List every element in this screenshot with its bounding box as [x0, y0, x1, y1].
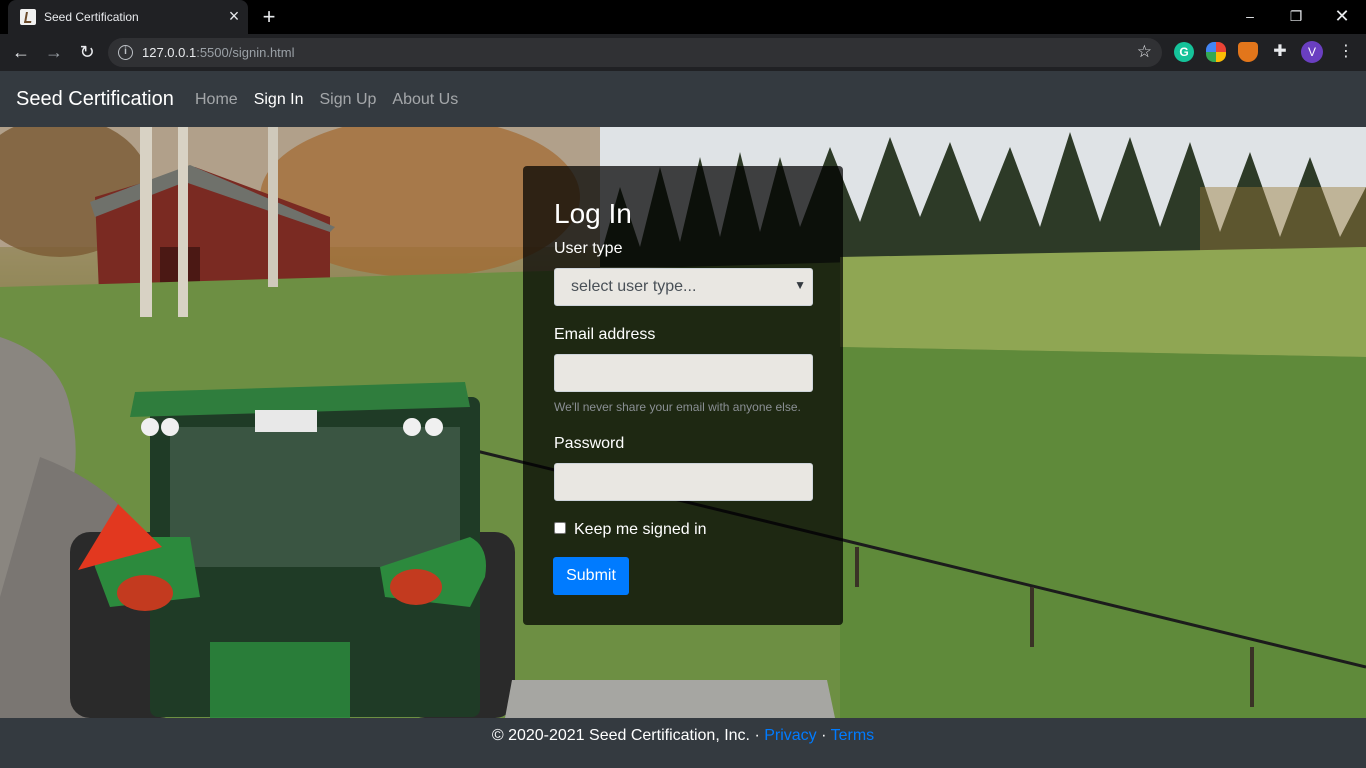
url-path: :5500/signin.html	[196, 45, 295, 60]
minimize-icon[interactable]: –	[1238, 4, 1262, 28]
user-type-label: User type	[554, 240, 623, 257]
back-arrow-icon[interactable]: ←	[9, 40, 33, 64]
extensions-puzzle-icon[interactable]: ✚	[1270, 42, 1290, 62]
footer-privacy-link[interactable]: Privacy	[764, 727, 816, 744]
login-card: Log In User type select user type... ▼ E…	[523, 166, 843, 625]
user-type-selected-value: select user type...	[571, 278, 697, 295]
password-label: Password	[554, 435, 625, 452]
forward-arrow-icon[interactable]: →	[42, 40, 66, 64]
nav-link-about-us[interactable]: About Us	[392, 91, 458, 109]
color-extension-icon[interactable]	[1206, 42, 1226, 62]
chevron-down-icon: ▼	[794, 278, 806, 292]
site-footer: © 2020-2021 Seed Certification, Inc. · P…	[0, 718, 1366, 768]
password-field[interactable]	[554, 463, 813, 501]
browser-toolbar: ← → ↻ i 127.0.0.1:5500/signin.html ☆ G ✚…	[0, 34, 1366, 71]
footer-text: © 2020-2021 Seed Certification, Inc. · P…	[0, 727, 1366, 745]
url-text: 127.0.0.1:5500/signin.html	[142, 45, 295, 60]
browser-tab[interactable]: Seed Certification ×	[8, 0, 248, 34]
email-field[interactable]	[554, 354, 813, 392]
restore-icon[interactable]: ❐	[1284, 4, 1308, 28]
profile-avatar[interactable]: V	[1301, 41, 1323, 63]
keep-signed-in-checkbox[interactable]	[554, 522, 566, 534]
browser-menu-icon[interactable]: ⋮	[1338, 42, 1354, 62]
grammarly-extension-icon[interactable]: G	[1174, 42, 1194, 62]
navbar-brand[interactable]: Seed Certification	[16, 88, 174, 111]
bookmark-star-icon[interactable]: ☆	[1137, 42, 1152, 62]
submit-button[interactable]: Submit	[553, 557, 629, 595]
keep-signed-in-label[interactable]: Keep me signed in	[574, 521, 707, 539]
metamask-fox-icon[interactable]	[1238, 42, 1258, 62]
url-host: 127.0.0.1	[142, 45, 197, 60]
nav-link-sign-in[interactable]: Sign In	[254, 91, 304, 109]
site-favicon-icon	[20, 9, 36, 25]
address-bar[interactable]: i 127.0.0.1:5500/signin.html ☆	[108, 38, 1162, 67]
tab-title: Seed Certification	[44, 10, 139, 24]
nav-link-sign-up[interactable]: Sign Up	[320, 91, 377, 109]
footer-copyright: © 2020-2021 Seed Certification, Inc. ·	[491, 727, 765, 744]
email-label: Email address	[554, 326, 656, 343]
user-type-select[interactable]: select user type... ▼	[554, 268, 813, 306]
site-navbar: Seed Certification Home Sign In Sign Up …	[0, 71, 1366, 127]
footer-separator: ·	[816, 727, 831, 744]
browser-tab-strip: Seed Certification × + – ❐ ✕	[0, 0, 1366, 34]
nav-link-home[interactable]: Home	[195, 91, 238, 109]
close-window-icon[interactable]: ✕	[1330, 4, 1354, 28]
login-title: Log In	[554, 198, 632, 229]
site-info-icon[interactable]: i	[118, 45, 133, 60]
reload-icon[interactable]: ↻	[75, 40, 99, 64]
navbar-links: Home Sign In Sign Up About Us	[195, 91, 458, 109]
tab-close-icon[interactable]: ×	[225, 7, 243, 25]
new-tab-button[interactable]: +	[258, 6, 280, 28]
email-help-text: We'll never share your email with anyone…	[554, 400, 801, 414]
footer-terms-link[interactable]: Terms	[831, 727, 875, 744]
